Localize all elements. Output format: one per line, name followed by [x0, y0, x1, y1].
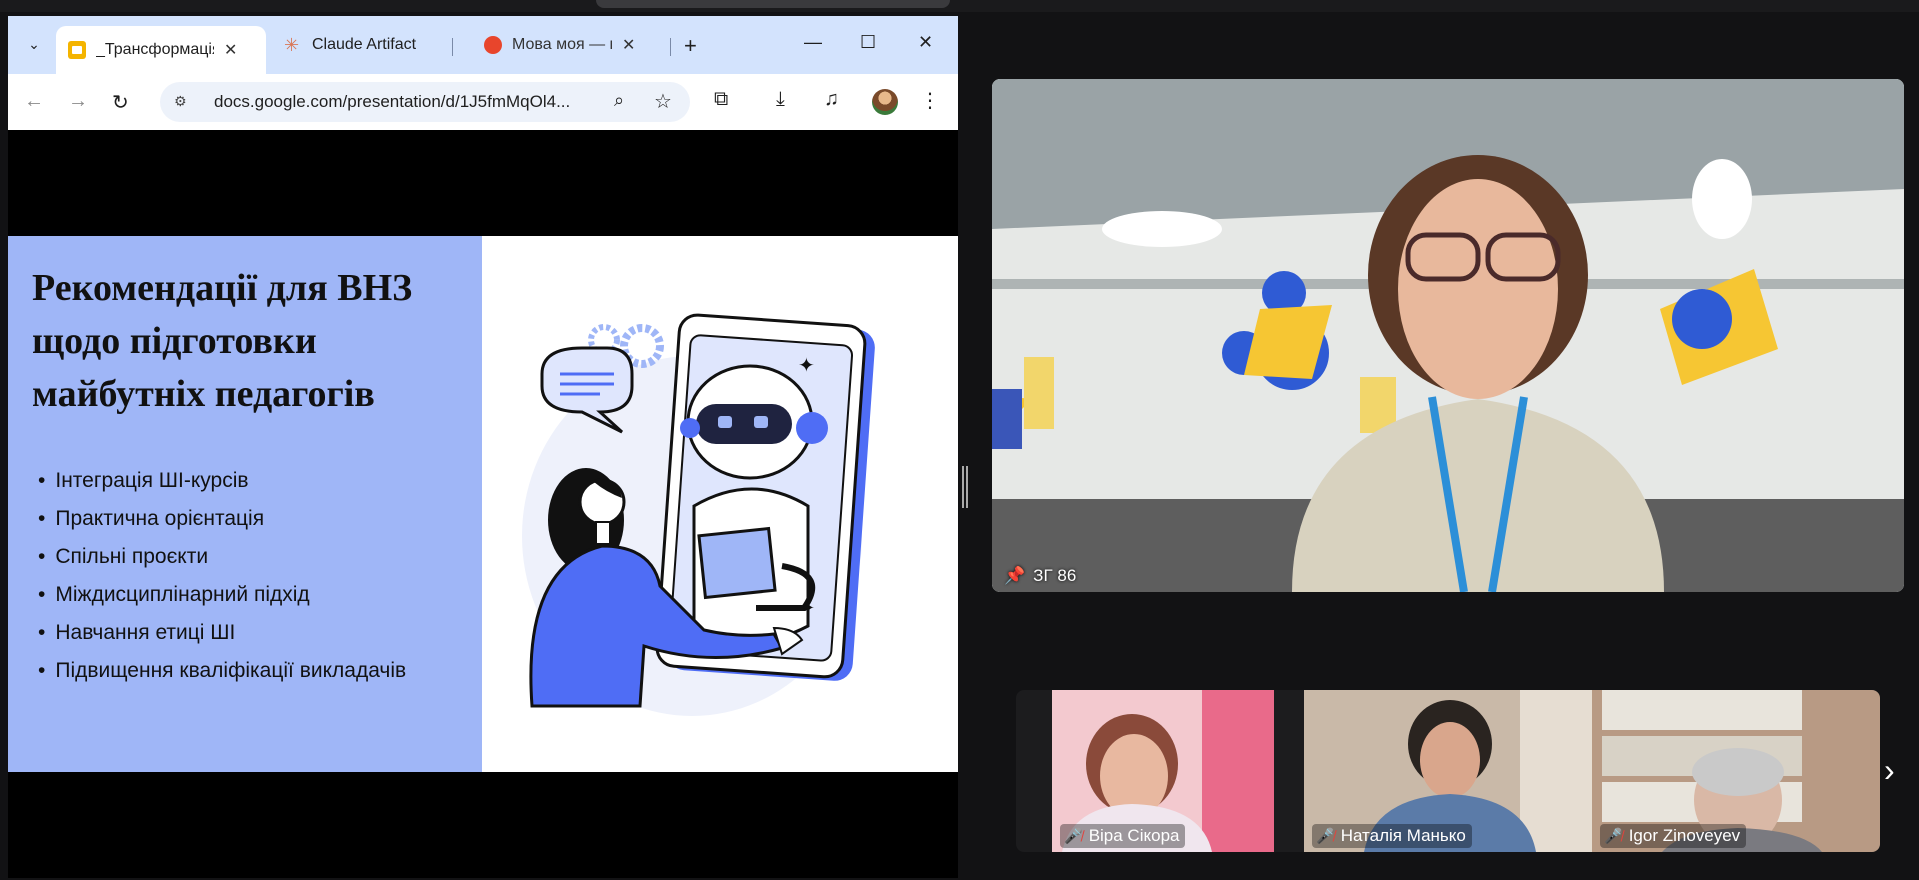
tab-title: Мова моя — мо — [512, 36, 612, 53]
mic-off-icon: 🎤̸ — [1064, 828, 1083, 845]
claude-icon: ✳ — [284, 35, 300, 55]
bullet-item: Навчання етиці ШІ — [38, 614, 406, 652]
participant-tile[interactable]: 🎤̸ Igor Zinoveyev — [1592, 690, 1880, 852]
tab-title: Claude Artifact — [312, 36, 417, 53]
participant-name-badge: 🎤̸ Віра Сікора — [1060, 824, 1186, 848]
top-strip — [0, 0, 1919, 12]
slide-title: Рекомендації для ВНЗ щодо підготовки май… — [32, 267, 413, 415]
close-icon[interactable]: ✕ — [224, 40, 237, 60]
participant-name: Наталія Манько — [1340, 826, 1466, 845]
reload-icon[interactable]: ↻ — [112, 90, 129, 115]
browser-window: ⌄ _Трансформація ✕ ✳ Claude Artifact Мов… — [8, 16, 958, 878]
participant-name-badge: 🎤̸ Наталія Манько — [1312, 824, 1472, 848]
maximize-icon[interactable]: ☐ — [860, 32, 876, 53]
tab-presentation[interactable]: _Трансформація ✕ — [56, 26, 266, 74]
participant-name: Igor Zinoveyev — [1628, 826, 1741, 845]
participant-name-badge: 🎤̸ Igor Zinoveyev — [1600, 824, 1747, 848]
url-text: docs.google.com/presentation/d/1J5fmMqOl… — [214, 92, 571, 111]
site-settings-icon[interactable]: ⚙ — [174, 93, 192, 111]
menu-icon[interactable]: ⋮ — [920, 88, 940, 113]
slide-text-panel: Рекомендації для ВНЗ щодо підготовки май… — [8, 236, 482, 772]
chevron-right-icon[interactable]: › — [1884, 752, 1895, 789]
desktop: ⌄ _Трансформація ✕ ✳ Claude Artifact Мов… — [0, 0, 1919, 880]
window-handle[interactable] — [596, 0, 950, 8]
tab-mova-moya[interactable]: Мова моя — мо ✕ — [472, 26, 682, 64]
participant-name: Віра Сікора — [1088, 826, 1180, 845]
speaker-video-frame — [992, 79, 1904, 592]
participant-tile[interactable]: 🎤̸ Наталія Манько — [1304, 690, 1592, 852]
profile-avatar[interactable] — [872, 89, 898, 115]
tab-separator — [452, 38, 453, 56]
presentation-viewport: Рекомендації для ВНЗ щодо підготовки май… — [8, 130, 958, 878]
bullet-item: Практична орієнтація — [38, 500, 406, 538]
robot-tablet-illustration: ✦ ✦ — [482, 236, 958, 772]
svg-text:✦: ✦ — [798, 353, 815, 377]
zoom-icon[interactable]: ⌕ — [614, 90, 624, 111]
tab-separator — [670, 38, 671, 56]
forward-icon[interactable]: → — [68, 90, 88, 113]
pin-icon[interactable]: 📌 — [1004, 566, 1025, 586]
tab-title: _Трансформація — [96, 41, 214, 58]
close-window-icon[interactable]: ✕ — [918, 32, 933, 53]
new-tab-button[interactable]: + — [684, 33, 697, 59]
main-speaker-video[interactable]: 📌 ЗГ 86 — [992, 79, 1904, 592]
site-icon — [484, 36, 502, 54]
split-resize-handle[interactable] — [962, 466, 968, 508]
mic-off-icon: 🎤̸ — [1604, 828, 1623, 845]
address-bar[interactable]: ⚙ docs.google.com/presentation/d/1J5fmMq… — [160, 82, 690, 122]
participant-strip: 🎤̸ Віра Сікора 🎤̸ Наталія Манько 🎤̸ Igor… — [1016, 690, 1880, 852]
close-icon[interactable]: ✕ — [622, 35, 635, 55]
minimize-icon[interactable]: — — [804, 32, 822, 53]
mic-off-icon: 🎤̸ — [1316, 828, 1335, 845]
speaker-name: ЗГ 86 — [1033, 566, 1077, 585]
bullet-list: Інтеграція ШІ-курсів Практична орієнтаці… — [38, 462, 406, 690]
svg-text:✦: ✦ — [800, 598, 815, 619]
tab-bar: ⌄ _Трансформація ✕ ✳ Claude Artifact Мов… — [8, 16, 958, 74]
google-slides-icon — [68, 41, 86, 59]
chevron-down-icon: ⌄ — [28, 35, 40, 52]
participant-tile[interactable]: 🎤̸ Віра Сікора — [1052, 690, 1274, 852]
back-icon[interactable]: ← — [24, 90, 44, 113]
browser-toolbar: ← → ↻ ⚙ docs.google.com/presentation/d/1… — [8, 74, 958, 130]
tab-claude-artifact[interactable]: ✳ Claude Artifact — [272, 26, 452, 64]
tab-search-button[interactable]: ⌄ — [20, 30, 48, 58]
bullet-item: Спільні проєкти — [38, 538, 406, 576]
bullet-item: Міждисциплінарний підхід — [38, 576, 406, 614]
extensions-icon[interactable]: ⧉ — [714, 88, 728, 111]
bookmark-star-icon[interactable]: ☆ — [654, 89, 672, 114]
media-control-icon[interactable]: ♫ — [824, 88, 839, 111]
download-icon[interactable]: ⤓ — [776, 88, 785, 111]
speaker-label: 📌 ЗГ 86 — [1004, 566, 1076, 586]
slide: Рекомендації для ВНЗ щодо підготовки май… — [8, 236, 958, 772]
bullet-item: Інтеграція ШІ-курсів — [38, 462, 406, 500]
bullet-item: Підвищення кваліфікації викладачів — [38, 652, 406, 690]
